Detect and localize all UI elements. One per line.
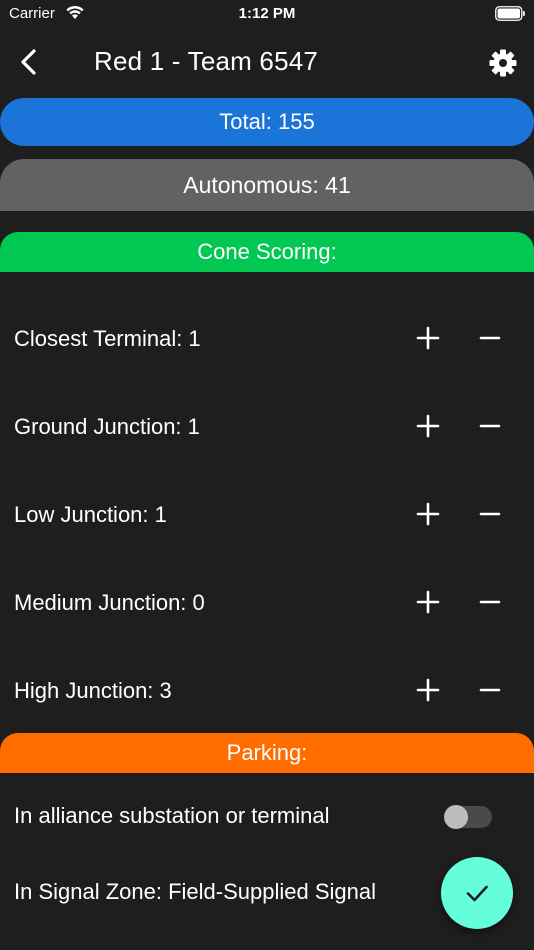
decrement-button[interactable] <box>474 586 506 618</box>
parking-title: Parking: <box>226 740 308 765</box>
battery-icon <box>495 6 525 21</box>
minus-icon <box>479 336 501 340</box>
page-title: Red 1 - Team 6547 <box>94 46 319 76</box>
decrement-button[interactable] <box>474 498 506 530</box>
counter-label: Low Junction: 1 <box>14 502 167 527</box>
decrement-button[interactable] <box>474 674 506 706</box>
cone-scoring-title: Cone Scoring: <box>197 239 337 264</box>
status-bar: Carrier 1:12 PM <box>0 0 534 28</box>
toggle-knob <box>444 805 468 829</box>
plus-icon <box>416 590 440 614</box>
counter-label: Medium Junction: 0 <box>14 590 205 615</box>
parking-signal-zone-label: In Signal Zone: Field-Supplied Signal <box>14 879 377 904</box>
autonomous-label: Autonomous: 41 <box>183 171 351 198</box>
plus-icon <box>416 414 440 438</box>
counter-row-medium-junction: Medium Junction: 0 <box>0 582 534 622</box>
chevron-left-icon[interactable] <box>14 46 44 78</box>
counter-row-low-junction: Low Junction: 1 <box>0 494 534 534</box>
autonomous-score-bar: Autonomous: 41 <box>0 159 534 211</box>
minus-icon <box>479 512 501 516</box>
increment-button[interactable] <box>412 498 444 530</box>
clock: 1:12 PM <box>238 5 296 22</box>
parking-substation-toggle[interactable] <box>444 805 492 829</box>
counter-row-ground-junction: Ground Junction: 1 <box>0 406 534 446</box>
minus-icon <box>479 688 501 692</box>
minus-icon <box>479 600 501 604</box>
total-score-bar: Total: 155 <box>0 98 534 146</box>
counter-label: High Junction: 3 <box>14 678 172 703</box>
counter-row-high-junction: High Junction: 3 <box>0 670 534 710</box>
cone-scoring-header: Cone Scoring: <box>0 232 534 272</box>
counter-label: Ground Junction: 1 <box>14 414 200 439</box>
increment-button[interactable] <box>412 322 444 354</box>
plus-icon <box>416 678 440 702</box>
minus-icon <box>479 424 501 428</box>
scoring-screen: Carrier 1:12 PM Red 1 - Team 6547 Total:… <box>0 0 534 950</box>
submit-button[interactable] <box>441 857 513 929</box>
increment-button[interactable] <box>412 586 444 618</box>
nav-bar: Red 1 - Team 6547 <box>0 30 534 94</box>
plus-icon <box>416 326 440 350</box>
plus-icon <box>416 502 440 526</box>
parking-header: Parking: <box>0 733 534 773</box>
parking-substation-label: In alliance substation or terminal <box>14 803 330 828</box>
gear-icon[interactable] <box>487 47 519 79</box>
increment-button[interactable] <box>412 674 444 706</box>
counter-row-closest-terminal: Closest Terminal: 1 <box>0 318 534 358</box>
counter-label: Closest Terminal: 1 <box>14 326 201 351</box>
total-label: Total: 155 <box>219 109 315 134</box>
increment-button[interactable] <box>412 410 444 442</box>
decrement-button[interactable] <box>474 322 506 354</box>
check-icon <box>466 885 488 902</box>
decrement-button[interactable] <box>474 410 506 442</box>
